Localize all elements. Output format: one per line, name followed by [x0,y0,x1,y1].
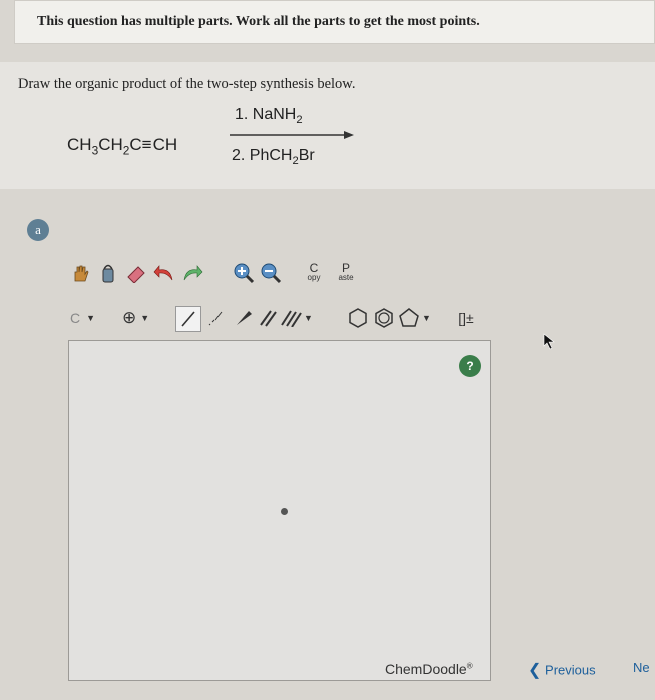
reactant-part: CH [67,135,92,154]
reactant-part: CH [98,135,123,154]
zoom-in-icon[interactable] [232,261,256,285]
reactant-formula: CH3CH2C≡CH [67,135,177,157]
chevron-down-icon: ▼ [304,313,313,323]
chevron-down-icon: ▼ [86,313,96,323]
element-label: C [70,310,81,326]
reagent-step-2: 2. PhCH2Br [232,147,315,167]
redo-icon[interactable] [180,261,204,285]
hashed-bond-icon[interactable] [204,306,228,330]
chemdoodle-brand: ChemDoodle® [385,661,473,677]
element-selector[interactable]: C ▼ [70,306,110,330]
canvas-point [281,508,288,515]
copy-label: C [309,261,319,275]
reagent-step-1: 1. NaNH2 [235,106,303,126]
reagent-text: Br [298,147,315,164]
reaction-arrow [230,131,354,139]
chevron-down-icon: ▼ [422,313,431,323]
paste-label-small: aste [338,273,354,282]
triple-bond-tool[interactable]: ▼ [280,306,320,330]
copy-label-small: opy [307,273,321,282]
reagent-text: 2. PhCH [232,147,293,164]
instruction-banner: This question has multiple parts. Work a… [14,0,655,44]
instruction-text: This question has multiple parts. Work a… [37,14,480,29]
brand-mark: ® [466,661,473,671]
charge-tool[interactable]: ⊕ ▼ [122,306,162,330]
paste-button[interactable]: Paste [334,261,358,285]
triple-bond: ≡ [141,135,153,154]
benzene-icon[interactable] [372,306,396,330]
next-button[interactable]: Ne [633,660,650,675]
eraser-icon[interactable] [124,261,148,285]
part-a-badge: a [27,219,49,241]
triple-bond-icon [281,310,302,327]
bracket-tool[interactable]: []± [448,306,484,330]
chevron-left-icon: ❮ [528,662,542,679]
previous-button[interactable]: ❮ Previous [528,660,608,686]
zoom-out-icon[interactable] [259,261,283,285]
hand-icon[interactable] [68,261,92,285]
brand-name: ChemDoodle [385,661,467,677]
question-prompt: Draw the organic product of the two-step… [18,76,356,92]
reactant-part: C [129,135,142,154]
previous-label: Previous [545,662,596,678]
reactant-part: CH [152,135,178,154]
double-bond-icon[interactable] [256,306,280,330]
chevron-down-icon: ▼ [140,313,150,323]
next-label: Ne [633,660,650,675]
wedge-bond-icon[interactable] [232,306,256,330]
help-button[interactable]: ? [459,355,481,377]
mouse-cursor-icon [543,333,555,350]
reagent-text: 1. NaNH [235,106,297,123]
question-panel: Draw the organic product of the two-step… [0,62,655,189]
lasso-icon[interactable] [96,261,120,285]
cyclohexane-icon[interactable] [346,306,370,330]
paste-label: P [341,261,350,275]
copy-button[interactable]: Copy [302,261,326,285]
single-bond-icon[interactable] [175,306,201,332]
reagent-sub: 2 [296,114,303,127]
ring-template-tool[interactable]: ▼ [398,306,438,330]
drawing-canvas[interactable]: ? ChemDoodle® [68,340,491,681]
undo-icon[interactable] [152,261,176,285]
plus-charge-icon: ⊕ [122,308,137,327]
pentagon-icon [399,308,419,327]
bracket-label: []± [458,310,474,326]
